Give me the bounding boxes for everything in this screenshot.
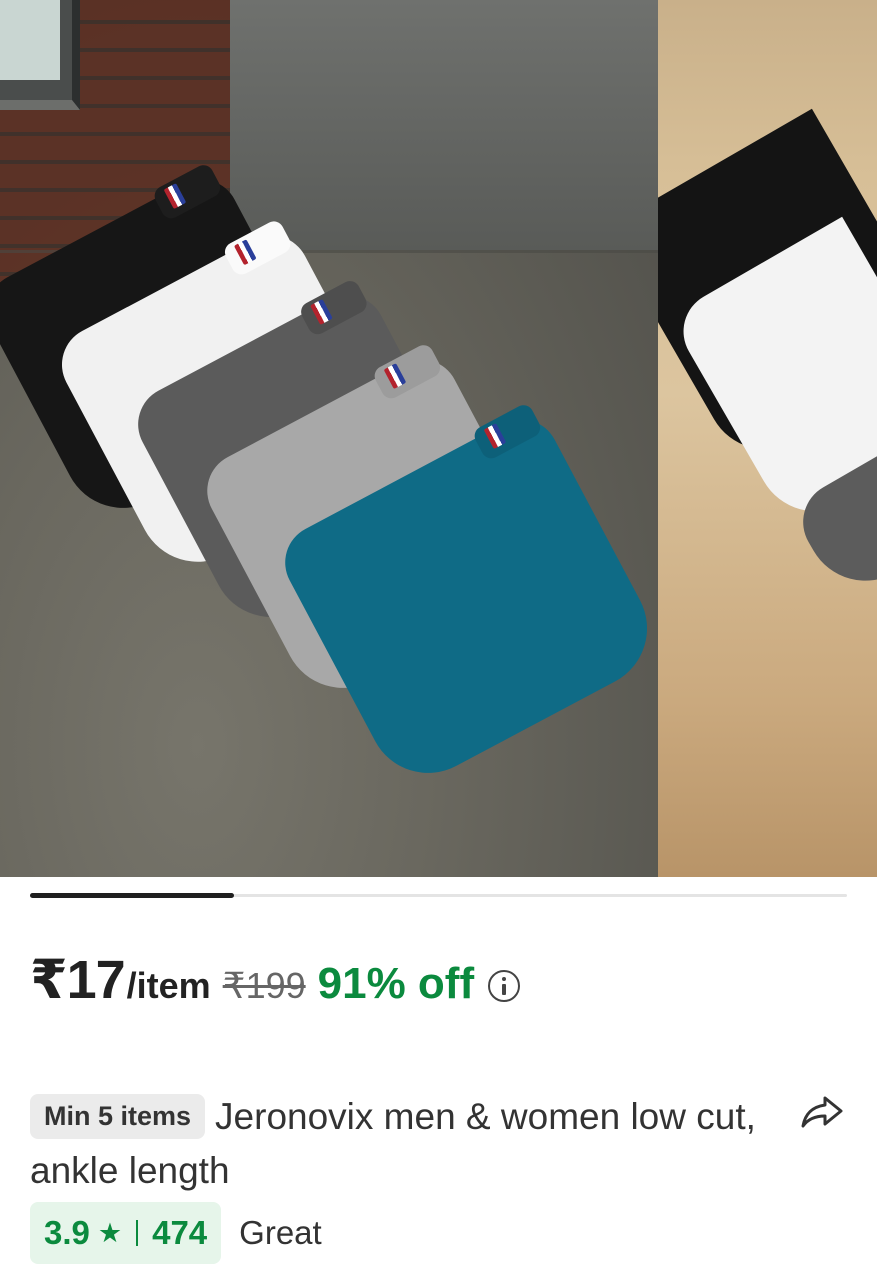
price-row: ₹17 /item ₹199 91% off	[30, 948, 521, 1011]
product-image-main[interactable]	[0, 0, 658, 877]
rating-row[interactable]: 3.9 ★ 474 Great	[30, 1202, 322, 1264]
product-title-block: Min 5 items Jeronovix men & women low cut…	[30, 1090, 770, 1198]
selling-price: ₹17	[30, 950, 126, 1010]
rating-value: 3.9	[44, 1214, 90, 1251]
rating-badge[interactable]: 3.9 ★ 474	[30, 1202, 222, 1264]
original-price: ₹199	[222, 965, 306, 1006]
star-icon: ★	[97, 1217, 123, 1248]
price-unit: /item	[126, 965, 211, 1006]
background-wall-panel	[230, 0, 658, 250]
rating-label: Great	[239, 1214, 322, 1251]
min-order-badge: Min 5 items	[30, 1094, 206, 1139]
product-image-carousel[interactable]	[0, 0, 877, 877]
carousel-progress-fill	[30, 893, 235, 898]
rating-divider	[136, 1220, 139, 1246]
rating-count: 474	[152, 1214, 208, 1251]
discount-percent: 91% off	[317, 959, 475, 1008]
carousel-progress-indicator	[30, 893, 847, 898]
info-icon[interactable]	[488, 970, 521, 1002]
background-window	[0, 0, 80, 110]
share-arrow-icon[interactable]	[798, 1092, 846, 1132]
product-image-next[interactable]	[658, 0, 877, 877]
